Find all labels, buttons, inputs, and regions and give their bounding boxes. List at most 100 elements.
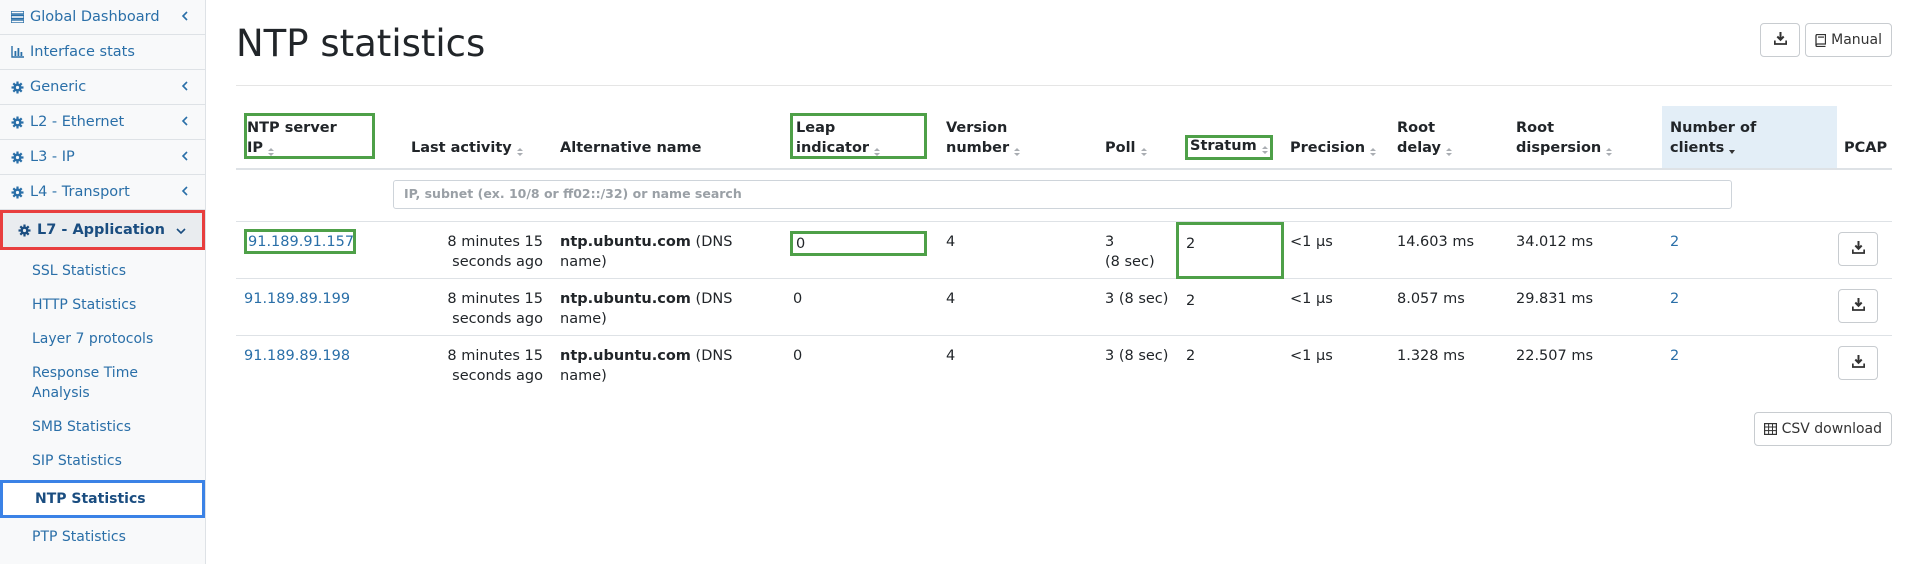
col-stratum[interactable]: Stratum	[1190, 136, 1269, 156]
cell-text: (DNS	[690, 348, 733, 364]
col-pcap: PCAP	[1844, 138, 1887, 158]
nav-label: L7 - Application	[37, 222, 165, 238]
header-label: NTP server	[247, 120, 337, 136]
chevron-left-icon	[177, 79, 191, 93]
manual-button[interactable]: Manual	[1805, 23, 1892, 57]
pcap-download-button[interactable]	[1838, 289, 1878, 323]
header-label: Precision	[1290, 140, 1366, 156]
clients-link[interactable]: 2	[1670, 232, 1679, 252]
col-leap-indicator[interactable]: Leap indicator	[796, 118, 881, 158]
download-icon	[1851, 297, 1865, 315]
cell-text: seconds ago	[452, 368, 543, 384]
root-delay: 8.057 ms	[1397, 291, 1465, 307]
clients-link[interactable]: 2	[1670, 289, 1679, 309]
col-version-number[interactable]: Version number	[946, 118, 1021, 158]
csv-download-button[interactable]: CSV download	[1753, 412, 1892, 446]
col-last-activity[interactable]: Last activity	[411, 138, 524, 158]
nav-label: L4 - Transport	[30, 184, 130, 200]
main-content: NTP statistics Manual NTP server IP Last …	[236, 0, 1892, 564]
sub-conflict-statistics[interactable]: Conflict Statistics	[0, 554, 205, 564]
root-dispersion: 22.507 ms	[1516, 348, 1594, 364]
ntp-table: NTP server IP Last activity Alternative n…	[236, 106, 1892, 393]
root-delay: 14.603 ms	[1397, 234, 1475, 250]
sub-ssl-statistics[interactable]: SSL Statistics	[0, 254, 205, 288]
stratum: 2	[1186, 348, 1196, 364]
sub-sip-statistics[interactable]: SIP Statistics	[0, 444, 205, 478]
nav-global-dashboard[interactable]: Global Dashboard	[0, 0, 205, 35]
manual-label: Manual	[1831, 32, 1882, 48]
download-icon	[1773, 31, 1787, 49]
col-poll[interactable]: Poll	[1105, 138, 1148, 158]
col-root-delay[interactable]: Root delay	[1397, 118, 1453, 158]
header-label: Leap	[796, 120, 836, 136]
sub-ntp-statistics[interactable]: NTP Statistics	[0, 480, 205, 518]
download-icon	[1851, 240, 1865, 258]
sub-label: Response Time Analysis	[32, 365, 138, 401]
version-number: 4	[946, 234, 956, 250]
clients-link[interactable]: 2	[1670, 346, 1679, 366]
search-input[interactable]: IP, subnet (ex. 10/8 or ff02::/32) or na…	[393, 180, 1732, 209]
title-divider	[236, 85, 1892, 86]
sort-icon	[873, 143, 881, 156]
server-ip-link[interactable]: 91.189.91.157	[248, 232, 354, 252]
cell-text: seconds ago	[452, 311, 543, 327]
precision: <1 µs	[1290, 291, 1333, 307]
sub-response-time-analysis[interactable]: Response Time Analysis	[0, 356, 205, 410]
leap-indicator: 0	[793, 291, 803, 307]
pcap-download-button[interactable]	[1838, 232, 1878, 266]
highlight-box	[790, 231, 927, 256]
sort-icon	[1140, 143, 1148, 156]
last-activity: 8 minutes 15 seconds ago	[398, 289, 543, 329]
sort-icon	[1013, 143, 1021, 156]
cell-text: (DNS	[690, 234, 733, 250]
nav-interface-stats[interactable]: Interface stats	[0, 35, 205, 70]
header-label: Stratum	[1190, 138, 1257, 154]
pcap-download-button[interactable]	[1838, 346, 1878, 380]
nav-l2-ethernet[interactable]: L2 - Ethernet	[0, 105, 205, 140]
server-ip-link[interactable]: 91.189.89.199	[244, 289, 350, 309]
chevron-left-icon	[177, 184, 191, 198]
header-label: Version	[946, 120, 1008, 136]
cell-text: ntp.ubuntu.com	[560, 291, 691, 307]
sort-icon	[1445, 143, 1453, 156]
col-ntp-server-ip[interactable]: NTP server IP	[247, 118, 337, 158]
sort-icon	[1261, 141, 1269, 154]
leap-indicator: 0	[796, 236, 806, 252]
sub-layer7-protocols[interactable]: Layer 7 protocols	[0, 322, 205, 356]
sort-icon	[1369, 143, 1377, 156]
sub-smb-statistics[interactable]: SMB Statistics	[0, 410, 205, 444]
col-number-of-clients[interactable]: Number of clients	[1662, 106, 1837, 168]
sub-ptp-statistics[interactable]: PTP Statistics	[0, 520, 205, 554]
col-precision[interactable]: Precision	[1290, 138, 1377, 158]
header-label: Poll	[1105, 140, 1136, 156]
header-label: IP	[247, 140, 264, 156]
download-button[interactable]	[1760, 23, 1801, 57]
header-label: number	[946, 140, 1010, 156]
nav-label: L2 - Ethernet	[30, 114, 125, 130]
gear-icon	[10, 80, 24, 94]
col-root-dispersion[interactable]: Root dispersion	[1516, 118, 1613, 158]
top-toolbar: Manual	[1760, 23, 1892, 57]
gear-icon	[10, 185, 24, 199]
sub-http-statistics[interactable]: HTTP Statistics	[0, 288, 205, 322]
gear-icon	[10, 115, 24, 129]
alternative-name: ntp.ubuntu.com (DNS name)	[560, 232, 732, 272]
leap-indicator: 0	[793, 348, 803, 364]
nav-l3-ip[interactable]: L3 - IP	[0, 140, 205, 175]
version-number: 4	[946, 348, 956, 364]
nav-generic[interactable]: Generic	[0, 70, 205, 105]
precision: <1 µs	[1290, 348, 1333, 364]
poll: 3 (8 sec)	[1105, 232, 1155, 272]
nav-l7-application[interactable]: L7 - Application	[0, 210, 205, 250]
dashboard-icon	[10, 10, 24, 24]
page-title: NTP statistics	[236, 22, 486, 65]
root-delay: 1.328 ms	[1397, 348, 1465, 364]
csv-label: CSV download	[1781, 421, 1882, 437]
server-ip-link[interactable]: 91.189.89.198	[244, 346, 350, 366]
cell-text: ntp.ubuntu.com	[560, 234, 691, 250]
last-activity: 8 minutes 15 seconds ago	[398, 346, 543, 386]
table-row: 91.189.89.199 8 minutes 15 seconds ago nt…	[236, 279, 1892, 336]
nav-l4-transport[interactable]: L4 - Transport	[0, 175, 205, 210]
nav-label: Interface stats	[30, 44, 135, 60]
version-number: 4	[946, 291, 956, 307]
